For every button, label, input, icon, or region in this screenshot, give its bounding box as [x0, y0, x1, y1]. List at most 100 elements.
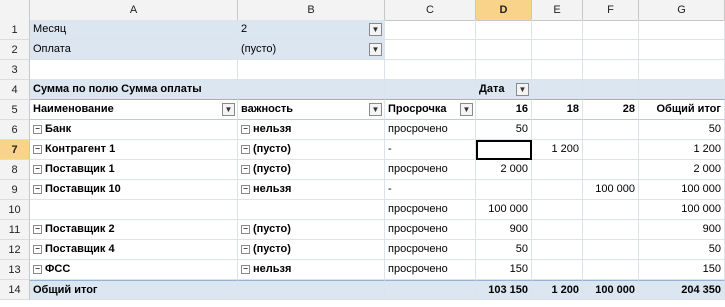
cell[interactable] — [385, 60, 476, 80]
pivot-importance-cell[interactable]: − нельзя — [238, 120, 385, 140]
cell[interactable] — [532, 20, 583, 40]
cell[interactable] — [583, 80, 639, 100]
value-cell[interactable] — [532, 240, 583, 260]
collapse-icon[interactable]: − — [33, 165, 42, 174]
row-header[interactable]: 10 — [0, 200, 30, 220]
select-all-corner[interactable] — [0, 0, 30, 20]
value-cell[interactable]: 1 200 — [532, 140, 583, 160]
value-cell[interactable] — [583, 140, 639, 160]
filter-dropdown-icon[interactable]: ▼ — [460, 103, 473, 116]
value-cell[interactable]: 50 — [476, 120, 532, 140]
value-cell[interactable] — [583, 120, 639, 140]
col-header-f[interactable]: F — [583, 0, 639, 20]
row-header[interactable]: 6 — [0, 120, 30, 140]
row-header[interactable]: 2 — [0, 40, 30, 60]
filter-label-month[interactable]: Месяц — [30, 20, 238, 40]
cell[interactable] — [639, 40, 725, 60]
row-header[interactable]: 3 — [0, 60, 30, 80]
value-cell[interactable] — [583, 200, 639, 220]
filter-value-payment[interactable]: (пусто) ▼ — [238, 40, 385, 60]
value-cell[interactable] — [532, 260, 583, 280]
value-cell[interactable] — [583, 220, 639, 240]
filter-dropdown-icon[interactable]: ▼ — [516, 83, 529, 96]
row-total-cell[interactable]: 100 000 — [639, 200, 725, 220]
collapse-icon[interactable]: − — [33, 265, 42, 274]
col-header-c[interactable]: C — [385, 0, 476, 20]
row-header[interactable]: 14 — [0, 280, 30, 300]
collapse-icon[interactable]: − — [241, 145, 250, 154]
cell[interactable] — [30, 60, 238, 80]
row-field-importance[interactable]: важность ▼ — [238, 100, 385, 120]
cell[interactable] — [385, 40, 476, 60]
collapse-icon[interactable]: − — [241, 265, 250, 274]
grand-total-cell[interactable]: 204 350 — [639, 280, 725, 300]
value-cell[interactable] — [532, 120, 583, 140]
value-cell[interactable] — [532, 220, 583, 240]
row-total-cell[interactable]: 900 — [639, 220, 725, 240]
row-header[interactable]: 4 — [0, 80, 30, 100]
value-cell[interactable]: 100 000 — [583, 180, 639, 200]
pivot-importance-cell[interactable]: − нельзя — [238, 260, 385, 280]
pivot-overdue-cell[interactable]: просрочено — [385, 120, 476, 140]
pivot-name-cell[interactable]: − Поставщик 2 — [30, 220, 238, 240]
row-total-cell[interactable]: 2 000 — [639, 160, 725, 180]
filter-value-month[interactable]: 2 ▼ — [238, 20, 385, 40]
value-cell[interactable]: 50 — [476, 240, 532, 260]
pivot-overdue-cell[interactable]: - — [385, 140, 476, 160]
date-col-header[interactable]: 16 — [476, 100, 532, 120]
value-cell[interactable] — [532, 200, 583, 220]
filter-dropdown-icon[interactable]: ▼ — [369, 103, 382, 116]
cell[interactable] — [583, 60, 639, 80]
collapse-icon[interactable]: − — [241, 165, 250, 174]
filter-dropdown-icon[interactable]: ▼ — [222, 103, 235, 116]
row-header[interactable]: 12 — [0, 240, 30, 260]
row-header[interactable]: 8 — [0, 160, 30, 180]
cell[interactable] — [639, 60, 725, 80]
filter-label-payment[interactable]: Оплата — [30, 40, 238, 60]
cell[interactable] — [385, 80, 476, 100]
pivot-importance-cell[interactable]: − (пусто) — [238, 160, 385, 180]
collapse-icon[interactable]: − — [241, 185, 250, 194]
col-header-d[interactable]: D — [476, 0, 532, 20]
collapse-icon[interactable]: − — [241, 245, 250, 254]
row-total-cell[interactable]: 150 — [639, 260, 725, 280]
pivot-importance-cell[interactable] — [238, 200, 385, 220]
value-cell[interactable] — [583, 160, 639, 180]
value-cell[interactable]: 900 — [476, 220, 532, 240]
row-field-overdue[interactable]: Просрочка ▼ — [385, 100, 476, 120]
cell[interactable] — [639, 20, 725, 40]
cell[interactable] — [238, 280, 385, 300]
date-col-header[interactable]: 28 — [583, 100, 639, 120]
value-cell[interactable] — [583, 240, 639, 260]
pivot-overdue-cell[interactable]: просрочено — [385, 220, 476, 240]
cell[interactable] — [385, 280, 476, 300]
collapse-icon[interactable]: − — [33, 145, 42, 154]
pivot-importance-cell[interactable]: − нельзя — [238, 180, 385, 200]
pivot-overdue-cell[interactable]: просрочено — [385, 200, 476, 220]
row-header[interactable]: 1 — [0, 20, 30, 40]
row-header[interactable]: 9 — [0, 180, 30, 200]
row-total-cell[interactable]: 50 — [639, 120, 725, 140]
collapse-icon[interactable]: − — [33, 245, 42, 254]
row-header[interactable]: 7 — [0, 140, 30, 160]
row-header[interactable]: 13 — [0, 260, 30, 280]
col-header-e[interactable]: E — [532, 0, 583, 20]
cell[interactable] — [476, 20, 532, 40]
pivot-name-cell[interactable]: − Контрагент 1 — [30, 140, 238, 160]
pivot-name-cell[interactable]: − Банк — [30, 120, 238, 140]
pivot-importance-cell[interactable]: − (пусто) — [238, 220, 385, 240]
collapse-icon[interactable]: − — [33, 185, 42, 194]
filter-dropdown-icon[interactable]: ▼ — [369, 23, 382, 36]
filter-dropdown-icon[interactable]: ▼ — [369, 43, 382, 56]
date-col-header[interactable]: 18 — [532, 100, 583, 120]
value-cell[interactable] — [476, 180, 532, 200]
col-header-b[interactable]: B — [238, 0, 385, 20]
row-total-cell[interactable]: 1 200 — [639, 140, 725, 160]
cell[interactable] — [238, 80, 385, 100]
cell[interactable] — [639, 80, 725, 100]
grand-total-cell[interactable]: 1 200 — [532, 280, 583, 300]
row-total-cell[interactable]: 100 000 — [639, 180, 725, 200]
values-caption[interactable]: Сумма по полю Сумма оплаты — [30, 80, 238, 100]
pivot-name-cell[interactable]: − Поставщик 4 — [30, 240, 238, 260]
pivot-importance-cell[interactable]: − (пусто) — [238, 140, 385, 160]
